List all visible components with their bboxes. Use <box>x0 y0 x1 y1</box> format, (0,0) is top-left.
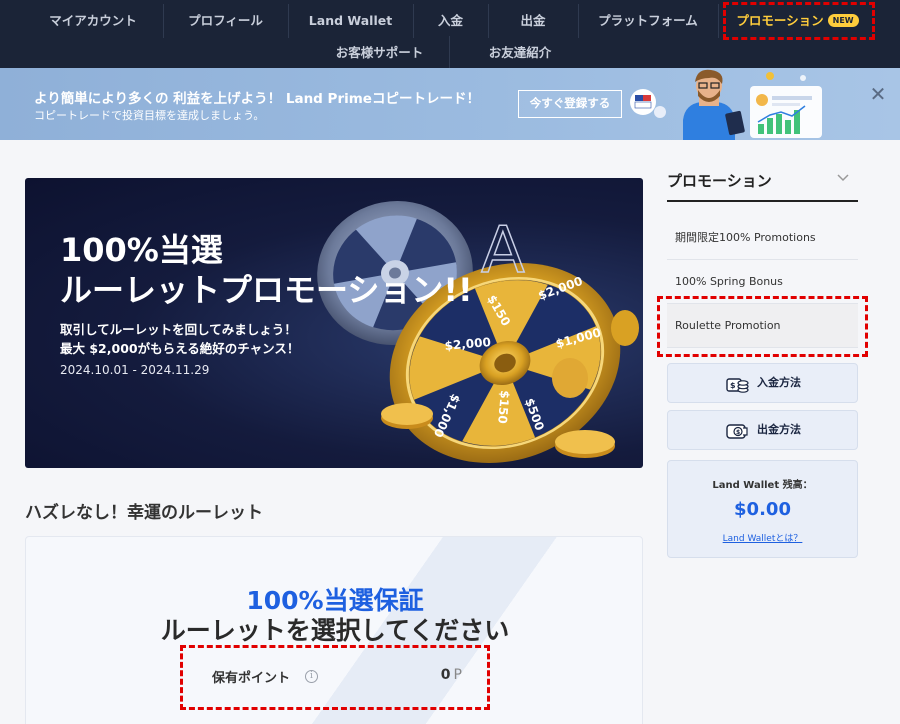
close-icon[interactable]: ✕ <box>866 82 890 106</box>
roulette-hero-banner: $2,000 $1,000 $500 $150 $1,000 $2,000 $1… <box>25 178 643 468</box>
hero-date-range: 2024.10.01 - 2024.11.29 <box>60 363 210 377</box>
deposit-method-button[interactable]: $ 入金方法 <box>667 363 858 403</box>
wallet-icon: $ <box>726 424 748 439</box>
hero-desc-line2: 最大 $2,000がもらえる絶好のチャンス！ <box>60 341 300 356</box>
withdraw-method-button[interactable]: $ 出金方法 <box>667 410 858 450</box>
register-button[interactable]: 今すぐ登録する <box>518 90 622 118</box>
withdraw-method-label: 出金方法 <box>757 423 801 436</box>
nav-profile[interactable]: プロフィール <box>164 4 289 38</box>
select-roulette-text: ルーレットを選択してください <box>160 616 510 645</box>
wallet-info-link[interactable]: Land Walletとは？ <box>668 531 857 544</box>
hero-description: 取引してルーレットを回してみましょう！ 最大 $2,000がもらえる絶好のチャン… <box>60 320 299 358</box>
sidebar-header[interactable]: プロモーション <box>667 166 858 202</box>
nav-deposit[interactable]: 入金 <box>414 4 489 38</box>
sidebar-title: プロモーション <box>667 172 772 190</box>
pointer-letter: A <box>481 214 525 288</box>
svg-text:$: $ <box>736 429 740 436</box>
deposit-method-label: 入金方法 <box>757 376 801 389</box>
coins-icon: $ <box>726 378 749 393</box>
nav-row-secondary: お客様サポート お友達紹介 <box>0 36 900 70</box>
banner-subtitle: コピートレードで投資目標を達成しましょう。 <box>34 109 265 122</box>
highlight-points <box>180 645 490 710</box>
nav-referral[interactable]: お友達紹介 <box>450 36 590 70</box>
copytrade-banner: より簡単により多くの 利益を上げよう！ Land Primeコピートレード！ コ… <box>0 68 900 140</box>
chevron-down-icon[interactable] <box>836 170 850 184</box>
highlight-roulette-item <box>657 296 868 357</box>
hero-desc-line1: 取引してルーレットを回してみましょう！ <box>60 322 297 337</box>
wallet-balance-label: Land Wallet 残高： <box>712 480 813 491</box>
wheel-label: $150 <box>495 390 512 424</box>
sidebar-item-limited-promotions[interactable]: 期間限定100% Promotions <box>667 216 858 260</box>
nav-my-account[interactable]: マイアカウント <box>24 4 164 38</box>
wallet-balance-card: Land Wallet 残高： $0.00 Land Walletとは？ <box>667 460 858 558</box>
hero-title: 100%当選 ルーレットプロモーション!! <box>60 230 473 310</box>
highlight-promotion-nav <box>723 2 875 40</box>
hero-title-line2: ルーレットプロモーション!! <box>60 271 473 309</box>
nav-platform[interactable]: プラットフォーム <box>579 4 719 38</box>
hero-title-line1: 100%当選 <box>60 231 223 269</box>
nav-withdraw[interactable]: 出金 <box>489 4 579 38</box>
trader-illustration <box>630 69 822 140</box>
nav-land-wallet[interactable]: Land Wallet <box>289 4 414 38</box>
nav-support[interactable]: お客様サポート <box>310 36 450 70</box>
svg-text:$: $ <box>730 381 736 390</box>
wallet-balance-amount: $0.00 <box>734 499 791 520</box>
section-heading: ハズレなし！幸運のルーレット <box>25 503 263 523</box>
banner-title: より簡単により多くの 利益を上げよう！ Land Primeコピートレード！ <box>34 91 480 107</box>
